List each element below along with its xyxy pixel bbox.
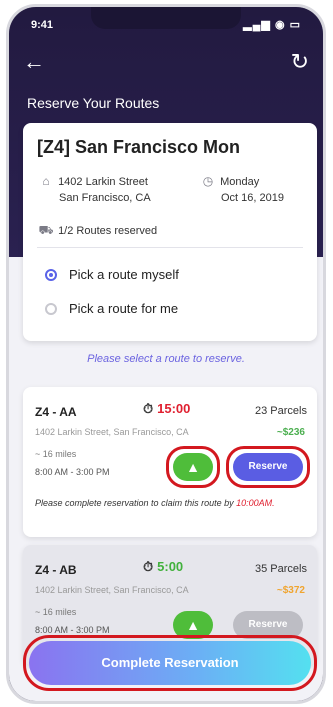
reservation-deadline: 10:00AM. bbox=[236, 498, 275, 508]
divider bbox=[37, 247, 303, 248]
map-button[interactable]: ▲ bbox=[173, 453, 213, 481]
route-miles: ~ 16 miles bbox=[35, 449, 77, 459]
reserve-button[interactable]: Reserve bbox=[233, 453, 303, 481]
building-icon: ⌂ bbox=[42, 174, 50, 188]
routes-reserved: ⛟ 1/2 Routes reserved bbox=[37, 223, 157, 239]
summary-title: [Z4] San Francisco Mon bbox=[37, 137, 241, 157]
route-parcels: 35 Parcels bbox=[255, 563, 307, 575]
address-line1: 1402 Larkin Street bbox=[58, 176, 148, 188]
summary-day: Monday bbox=[220, 176, 260, 188]
route-hours: 8:00 AM - 3:00 PM bbox=[35, 625, 110, 635]
truck-icon: ⛟ bbox=[38, 223, 54, 237]
radio-pick-myself[interactable]: Pick a route myself bbox=[45, 267, 179, 282]
select-route-prompt: Please select a route to reserve. bbox=[87, 353, 245, 365]
complete-reservation-button[interactable]: Complete Reservation bbox=[29, 641, 311, 685]
summary-address: ⌂ 1402 Larkin Street San Francisco, CA bbox=[37, 173, 151, 206]
summary-card: [Z4] San Francisco Mon ⌂ 1402 Larkin Str… bbox=[23, 123, 317, 341]
route-timer-value: 5:00 bbox=[157, 559, 184, 574]
route-timer-value: 15:00 bbox=[157, 401, 191, 416]
route-miles: ~ 16 miles bbox=[35, 607, 77, 617]
route-code: Z4 - AA bbox=[35, 405, 77, 419]
map-icon: ▲ bbox=[186, 617, 200, 633]
reservation-note-text: Please complete reservation to claim thi… bbox=[35, 498, 237, 508]
status-icons: ▂▄▆ ◉ ▭ bbox=[243, 19, 301, 31]
route-street: 1402 Larkin Street, San Francisco, CA bbox=[35, 427, 189, 437]
summary-date-value: Oct 16, 2019 bbox=[221, 192, 284, 204]
route-card-z4-aa[interactable]: Z4 - AA ⏱ 15:00 23 Parcels 1402 Larkin St… bbox=[23, 387, 317, 537]
reservation-note: Please complete reservation to claim thi… bbox=[35, 497, 305, 510]
nav-bar: ← ↻ bbox=[9, 49, 323, 79]
radio-label-myself: Pick a route myself bbox=[69, 267, 179, 282]
radio-pick-for-me[interactable]: Pick a route for me bbox=[45, 301, 178, 316]
map-icon: ▲ bbox=[186, 459, 200, 475]
route-hours: 8:00 AM - 3:00 PM bbox=[35, 467, 110, 477]
route-timer: ⏱ 15:00 bbox=[143, 401, 190, 417]
route-price: ~$236 bbox=[276, 427, 305, 438]
phone-frame: 9:41 ▂▄▆ ◉ ▭ ← ↻ Reserve Your Routes [Z4… bbox=[6, 4, 326, 704]
clock-icon: ◷ bbox=[202, 174, 214, 188]
status-time: 9:41 bbox=[31, 19, 54, 31]
stopwatch-icon: ⏱ bbox=[143, 559, 154, 574]
back-arrow-icon[interactable]: ← bbox=[23, 49, 45, 75]
screen: 9:41 ▂▄▆ ◉ ▭ ← ↻ Reserve Your Routes [Z4… bbox=[9, 7, 323, 701]
radio-label-for-me: Pick a route for me bbox=[69, 301, 179, 316]
summary-date: ◷ Monday Oct 16, 2019 bbox=[199, 173, 284, 206]
complete-reservation-wrapper: Complete Reservation bbox=[23, 635, 317, 691]
route-code: Z4 - AB bbox=[35, 563, 77, 577]
refresh-icon[interactable]: ↻ bbox=[291, 49, 309, 75]
radio-selected-icon[interactable] bbox=[45, 269, 57, 281]
status-bar: 9:41 ▂▄▆ ◉ ▭ bbox=[9, 17, 323, 35]
route-timer: ⏱ 5:00 bbox=[143, 559, 183, 575]
stopwatch-icon: ⏱ bbox=[143, 401, 154, 416]
page-title: Reserve Your Routes bbox=[27, 95, 160, 111]
routes-reserved-text: 1/2 Routes reserved bbox=[58, 225, 158, 237]
route-parcels: 23 Parcels bbox=[255, 405, 307, 417]
route-street: 1402 Larkin Street, San Francisco, CA bbox=[35, 585, 189, 595]
radio-unselected-icon[interactable] bbox=[45, 303, 57, 315]
route-price: ~$372 bbox=[276, 585, 305, 596]
address-line2: San Francisco, CA bbox=[59, 192, 151, 204]
